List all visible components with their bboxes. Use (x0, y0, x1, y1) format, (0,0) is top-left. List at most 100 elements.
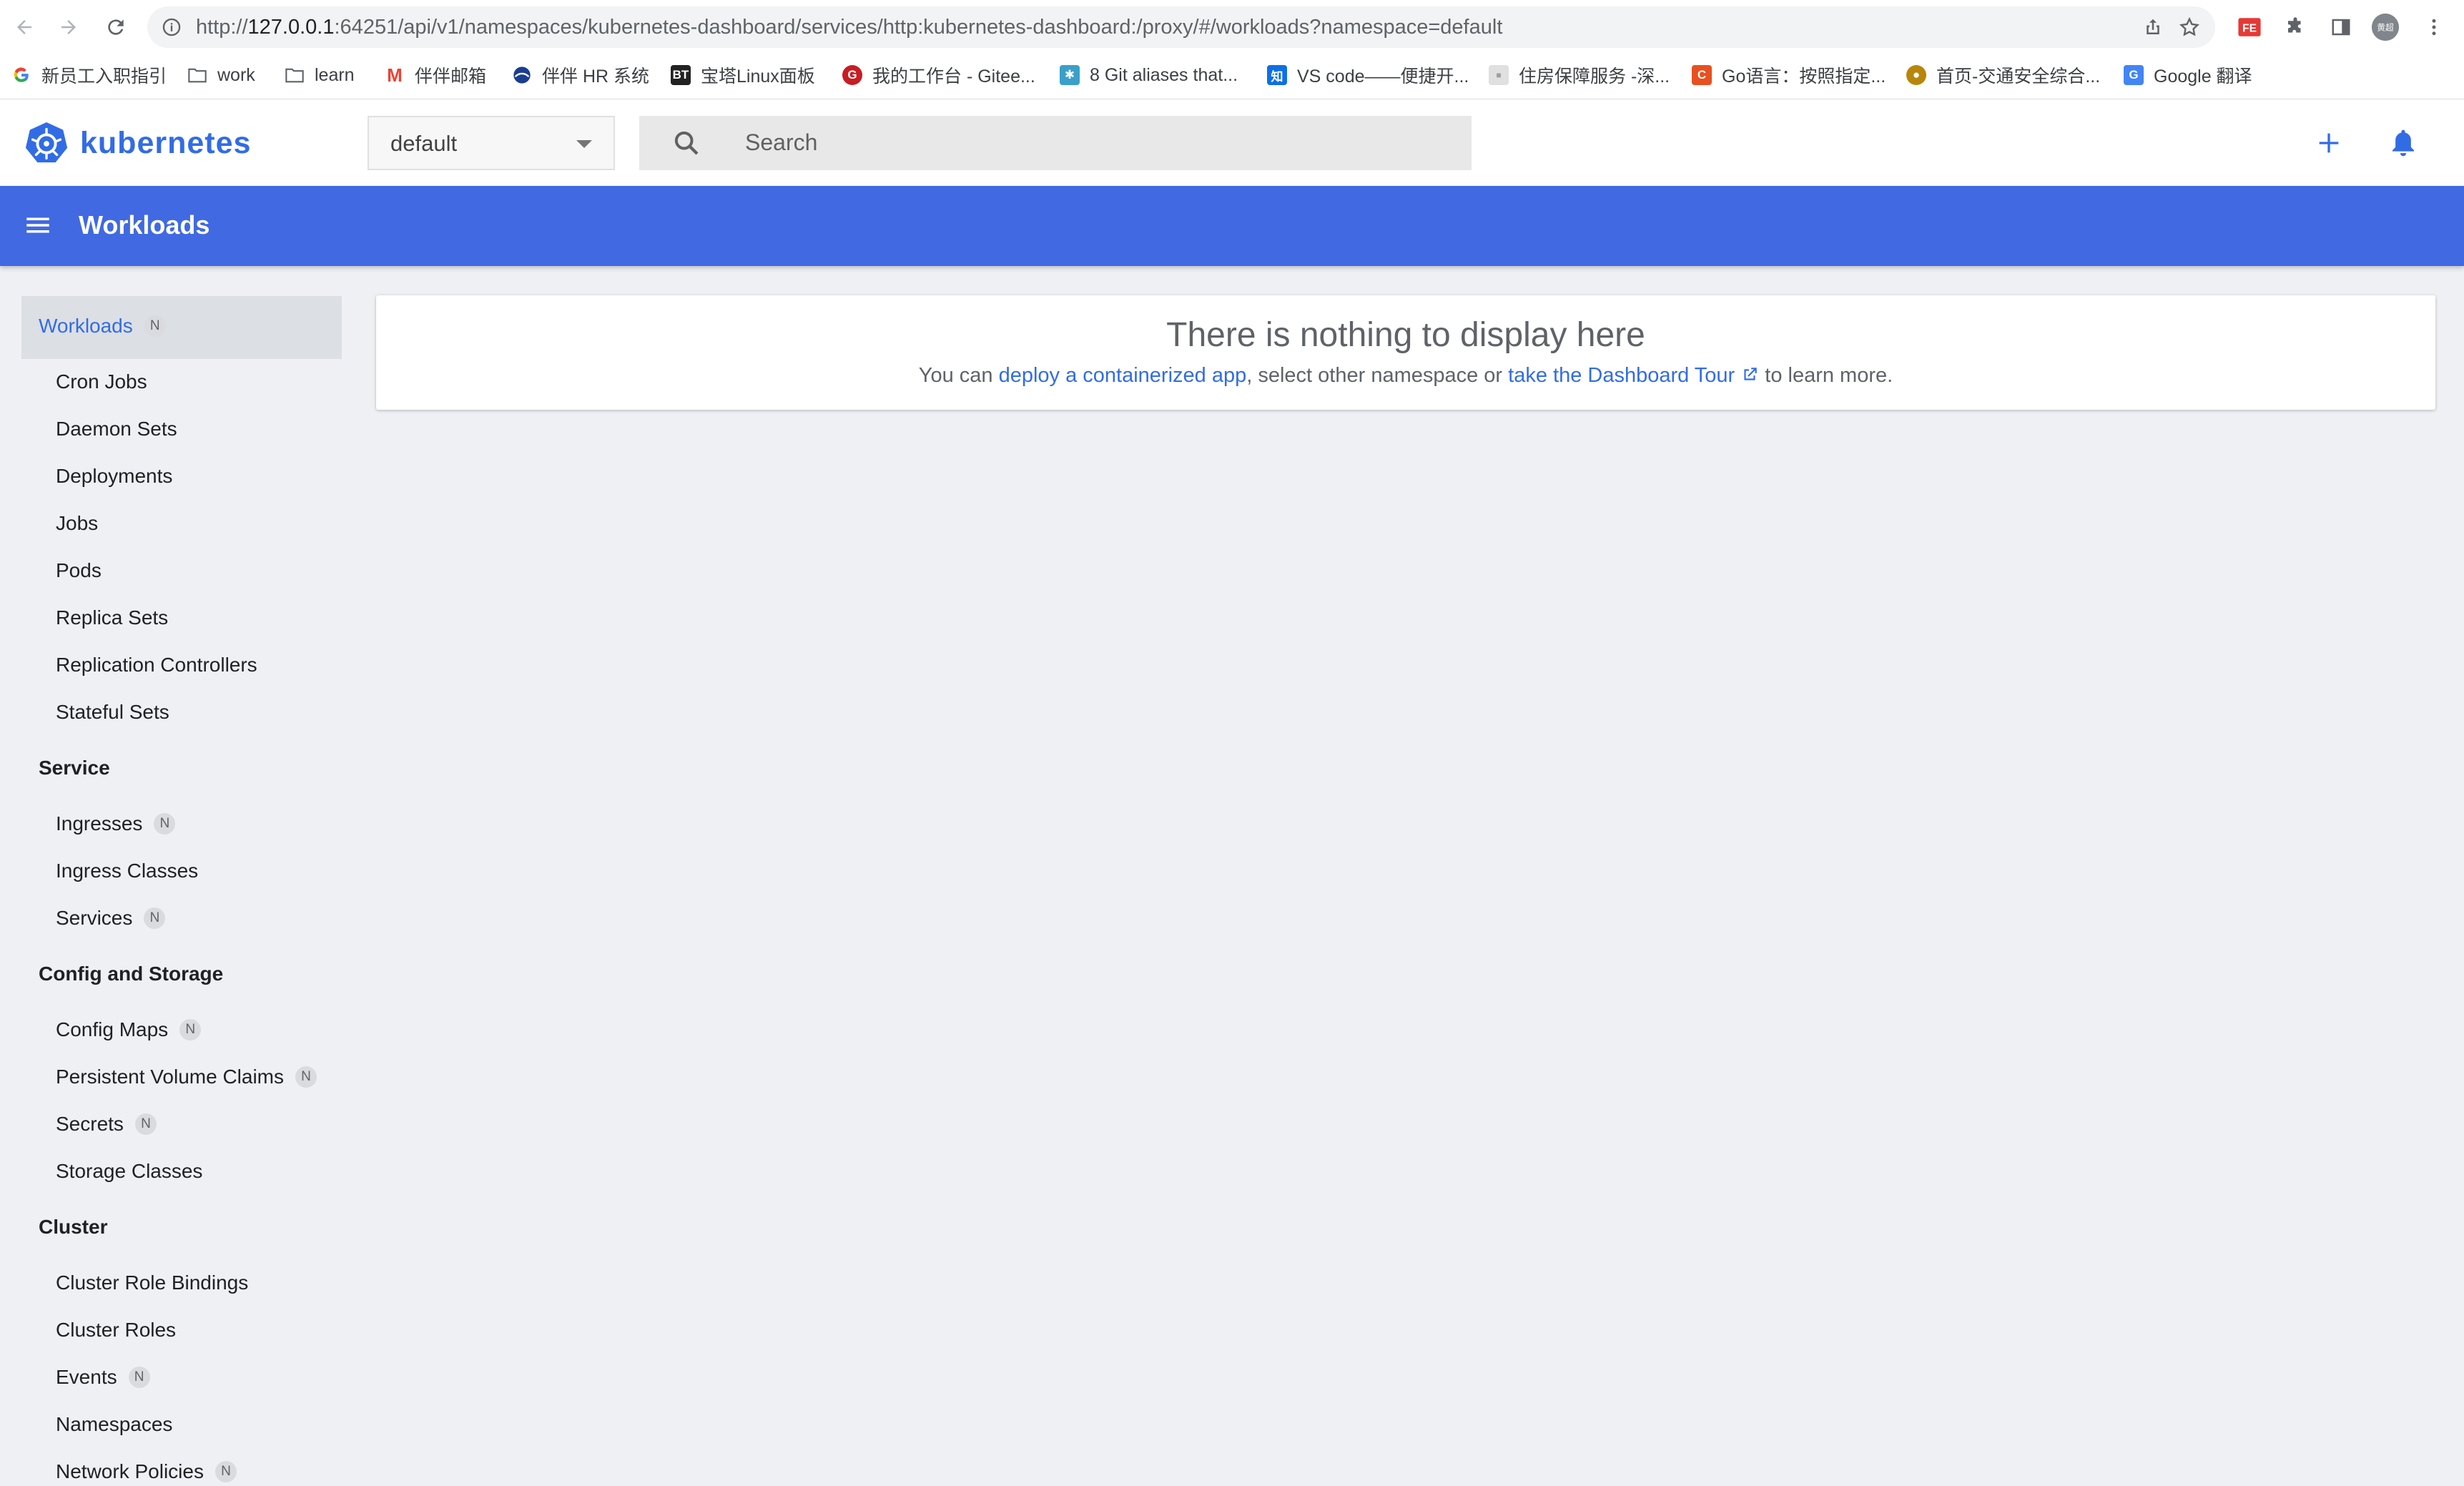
sidebar-item-pods[interactable]: Pods (56, 559, 102, 582)
sidebar-nav: Workloads N Cron Jobs Daemon Sets Deploym… (0, 266, 358, 1486)
translate-icon: G (2124, 65, 2144, 85)
bookmark-item[interactable]: 知 VS code——便捷开... (1267, 61, 1469, 89)
namespace-selector[interactable]: default (368, 116, 615, 170)
sidebar-item-replica-sets[interactable]: Replica Sets (56, 606, 168, 629)
sidebar-item-network-policies[interactable]: Network Policies N (56, 1460, 237, 1483)
sidebar-heading-config-and-storage[interactable]: Config and Storage (39, 963, 223, 985)
app-header: kubernetes default Search (0, 99, 2464, 186)
sidebar-item-cluster-role-bindings[interactable]: Cluster Role Bindings (56, 1271, 248, 1294)
bookmark-item[interactable]: C Go语言：按照指定... (1692, 61, 1886, 89)
hr-logo-icon (512, 65, 532, 85)
reload-icon (108, 19, 124, 35)
sidebar-item-stateful-sets[interactable]: Stateful Sets (56, 701, 169, 724)
empty-state-heading: There is nothing to display here (1166, 316, 1645, 354)
folder-icon (285, 65, 305, 85)
zhihu-icon: 知 (1267, 65, 1287, 85)
browser-chrome: http://127.0.0.1:64251/api/v1/namespaces… (0, 0, 2464, 99)
sidebar-item-secrets[interactable]: Secrets N (56, 1113, 157, 1136)
namespaced-badge: N (128, 1367, 150, 1388)
extension-fe-icon[interactable]: FE (2235, 13, 2264, 41)
back-button[interactable] (9, 11, 40, 43)
reload-button[interactable] (100, 11, 132, 43)
gitee-icon: G (842, 65, 862, 85)
namespaced-badge: N (134, 1113, 157, 1135)
browser-menu-icon[interactable] (2420, 13, 2448, 41)
namespaced-badge: N (144, 315, 166, 337)
search-icon (672, 129, 701, 161)
empty-state-card: There is nothing to display here You can… (376, 295, 2435, 410)
svg-text:FE: FE (2242, 22, 2257, 34)
url-text: http://127.0.0.1:64251/api/v1/namespaces… (196, 16, 1503, 39)
dropdown-caret-icon (576, 140, 592, 148)
sidebar-item-replication-controllers[interactable]: Replication Controllers (56, 654, 257, 676)
side-panel-icon[interactable] (2327, 13, 2355, 41)
sidebar-item-workloads-label[interactable]: Workloads N (39, 315, 166, 338)
notifications-button[interactable] (2384, 124, 2423, 162)
bell-icon (2392, 129, 2414, 157)
bookmark-folder-learn[interactable]: learn (285, 61, 355, 89)
sidebar-item-jobs[interactable]: Jobs (56, 512, 98, 535)
sidebar-item-cron-jobs[interactable]: Cron Jobs (56, 370, 147, 393)
bookmark-item[interactable]: ✱ 8 Git aliases that... (1060, 61, 1238, 89)
page-title: Workloads (79, 210, 210, 240)
sidebar-item-storage-classes[interactable]: Storage Classes (56, 1160, 202, 1183)
create-resource-button[interactable] (2310, 124, 2348, 162)
address-bar[interactable]: http://127.0.0.1:64251/api/v1/namespaces… (147, 6, 2215, 48)
sidebar-item-cluster-roles[interactable]: Cluster Roles (56, 1319, 176, 1342)
svg-text:黄超: 黄超 (2377, 23, 2394, 33)
kubernetes-logo[interactable]: kubernetes (24, 121, 251, 165)
arrow-left-icon (17, 20, 31, 34)
search-placeholder: Search (745, 129, 818, 155)
deploy-app-link[interactable]: deploy a containerized app (999, 364, 1247, 387)
google-g-icon (11, 65, 31, 85)
bookmark-item[interactable]: ■ 住房保障服务 -深... (1489, 61, 1670, 89)
sidebar-item-daemon-sets[interactable]: Daemon Sets (56, 418, 177, 441)
external-link-icon[interactable] (1740, 365, 1759, 390)
bt-icon: BT (671, 65, 691, 85)
namespaced-badge: N (144, 907, 166, 929)
sidebar-item-ingresses[interactable]: Ingresses N (56, 812, 176, 835)
sidebar-heading-service[interactable]: Service (39, 757, 110, 779)
bookmark-item[interactable]: 新员工入职指引 (11, 61, 167, 89)
bookmark-folder-work[interactable]: work (187, 61, 255, 89)
safety-icon: ● (1906, 65, 1926, 85)
bookmarks-bar: 新员工入职指引 work learn M 伴伴邮箱 伴伴 HR 系统 BT 宝塔Li… (0, 59, 2464, 92)
bookmark-item[interactable]: M 伴伴邮箱 (385, 61, 486, 89)
namespaced-badge: N (295, 1066, 317, 1088)
bookmark-star-icon[interactable] (2178, 16, 2201, 42)
share-icon[interactable] (2142, 16, 2164, 41)
bookmark-item[interactable]: G Google 翻译 (2124, 61, 2252, 89)
sidebar-item-persistent-volume-claims[interactable]: Persistent Volume Claims N (56, 1066, 317, 1088)
bookmark-item[interactable]: ● 首页-交通安全综合... (1906, 61, 2100, 89)
namespace-value: default (390, 131, 458, 156)
forward-button[interactable] (53, 11, 84, 43)
sidebar-item-ingress-classes[interactable]: Ingress Classes (56, 860, 198, 882)
page-toolbar: Workloads (0, 186, 2464, 266)
hamburger-menu-icon[interactable] (23, 210, 53, 244)
extensions-puzzle-icon[interactable] (2281, 13, 2310, 41)
namespaced-badge: N (179, 1019, 202, 1040)
plus-icon (2319, 133, 2339, 153)
kubernetes-helm-icon (25, 122, 68, 163)
empty-state-text: You can deploy a containerized app, sele… (376, 364, 2435, 390)
bookmark-item[interactable]: BT 宝塔Linux面板 (671, 61, 815, 89)
sidebar-item-config-maps[interactable]: Config Maps N (56, 1018, 202, 1041)
namespaced-badge: N (154, 813, 176, 835)
search-input[interactable]: Search (639, 116, 1472, 170)
sidebar-item-events[interactable]: Events N (56, 1366, 150, 1389)
logo-text: kubernetes (80, 125, 252, 160)
gov-icon: ■ (1489, 65, 1509, 85)
sidebar-item-deployments[interactable]: Deployments (56, 465, 172, 488)
profile-avatar[interactable]: 黄超 (2371, 13, 2400, 41)
bookmark-item[interactable]: 伴伴 HR 系统 (512, 61, 649, 89)
gmail-m-icon: M (387, 64, 403, 86)
sidebar-heading-cluster[interactable]: Cluster (39, 1216, 107, 1239)
arrow-right-icon (61, 20, 76, 34)
bookmark-item[interactable]: G 我的工作台 - Gitee... (842, 61, 1035, 89)
folder-icon (187, 65, 207, 85)
dashboard-tour-link[interactable]: take the Dashboard Tour (1508, 364, 1735, 387)
sidebar-item-services[interactable]: Services N (56, 907, 166, 930)
dev-icon: ✱ (1060, 65, 1080, 85)
site-info-icon[interactable] (162, 17, 182, 41)
sidebar-item-namespaces[interactable]: Namespaces (56, 1413, 172, 1436)
